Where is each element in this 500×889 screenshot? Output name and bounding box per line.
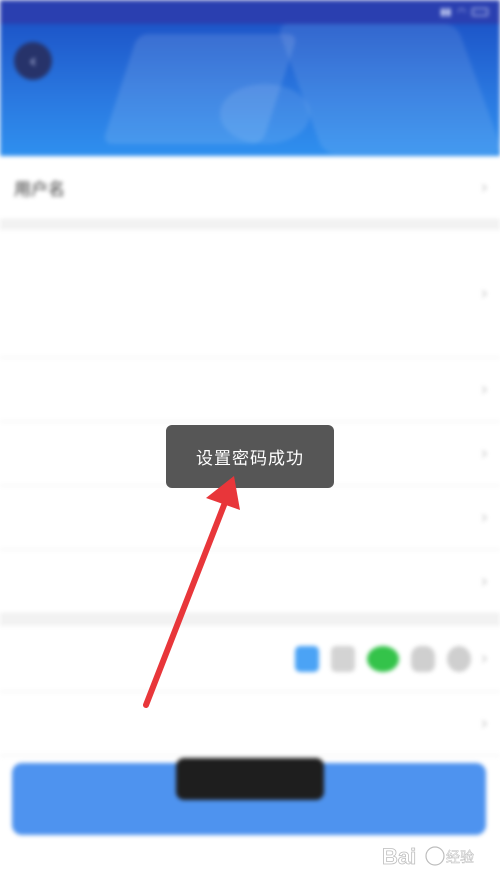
- arrow-shaft: [143, 497, 229, 708]
- annotation-arrow: [143, 476, 240, 708]
- svg-text:经验: 经验: [446, 850, 474, 866]
- baidu-logo-icon: Bai 经验: [382, 844, 475, 870]
- svg-text:Bai: Bai: [382, 844, 416, 869]
- baidu-watermark: Bai 经验: [380, 832, 490, 882]
